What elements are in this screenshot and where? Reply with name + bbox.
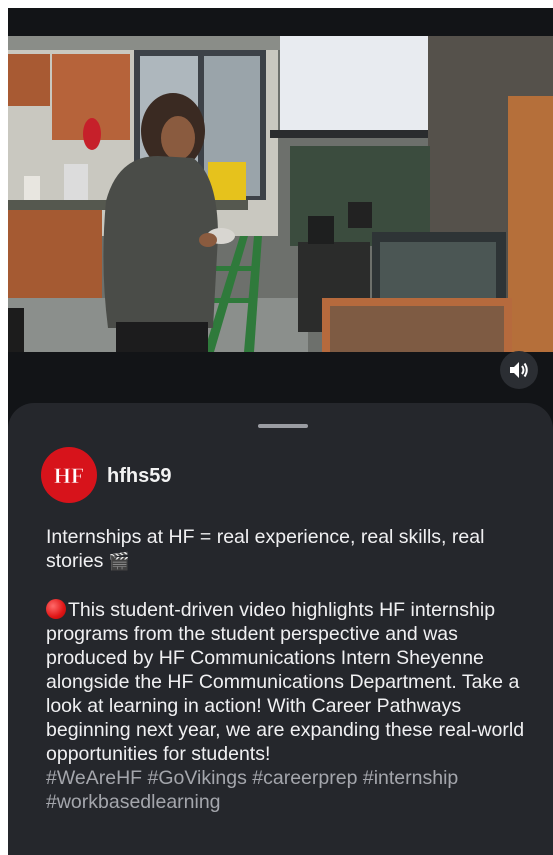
mute-toggle-button[interactable]: [500, 351, 538, 389]
avatar[interactable]: HF: [41, 447, 97, 503]
clapper-board-icon: 🎬: [108, 552, 131, 571]
drag-handle[interactable]: [258, 424, 308, 428]
red-circle-icon: [46, 599, 66, 619]
caption-headline: Internships at HF = real experience, rea…: [46, 526, 485, 572]
caption-body: This student-driven video highlights HF …: [46, 599, 525, 765]
speaker-icon: [510, 362, 528, 378]
reel-viewer: HF hfhs59 Internships at HF = real exper…: [8, 8, 553, 855]
caption-hashtags[interactable]: #WeAreHF #GoVikings #careerprep #interns…: [46, 766, 536, 814]
post-caption: Internships at HF = real experience, rea…: [46, 525, 536, 814]
caption-sheet[interactable]: HF hfhs59 Internships at HF = real exper…: [8, 403, 553, 855]
username[interactable]: hfhs59: [107, 465, 171, 488]
hf-logo: HF: [53, 463, 85, 489]
video-player[interactable]: [8, 36, 553, 352]
svg-text:HF: HF: [54, 463, 85, 488]
video-frame: [8, 36, 553, 352]
